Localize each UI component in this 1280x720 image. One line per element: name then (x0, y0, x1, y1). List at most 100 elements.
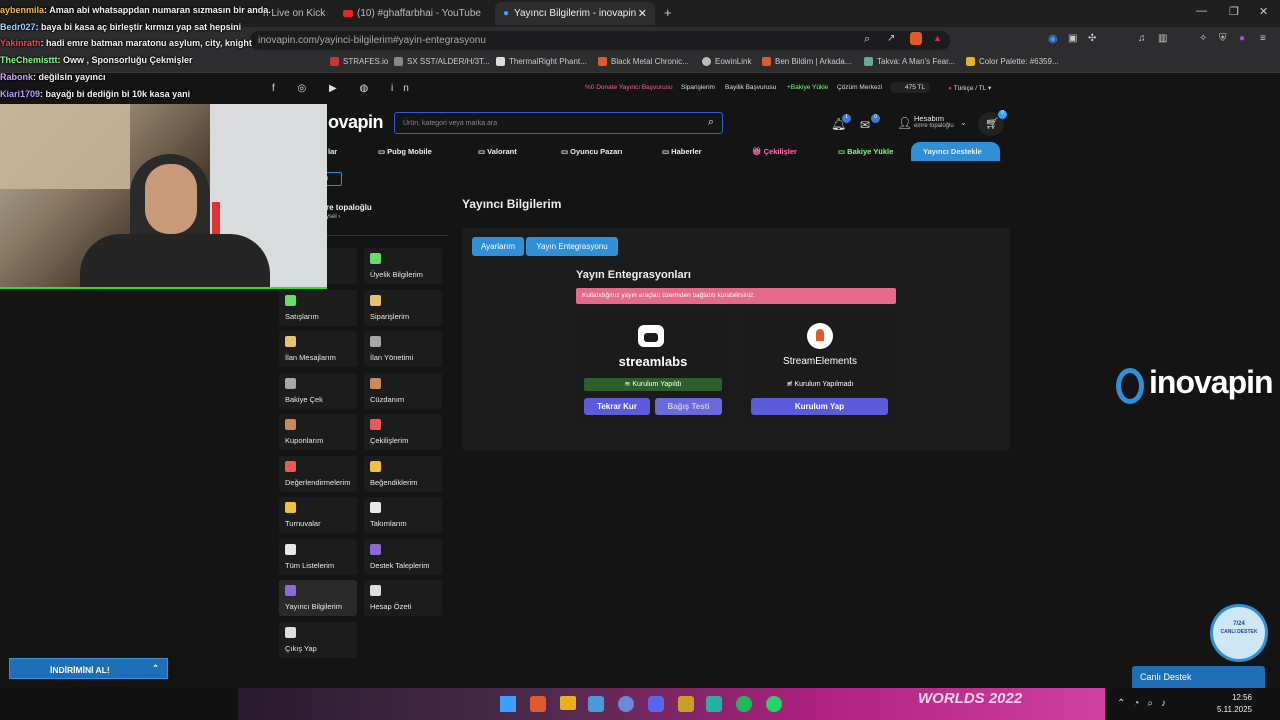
folder-icon[interactable] (560, 696, 576, 710)
install-button[interactable]: Kurulum Yap (751, 398, 888, 415)
settings-icon[interactable] (618, 696, 634, 712)
dealer-link[interactable]: Bayilik Başvurusu (725, 84, 776, 91)
bookmark-item[interactable]: Black Metal Chronic... (598, 57, 689, 66)
orders-link[interactable]: Siparişlerim (681, 84, 715, 91)
sidebar-item[interactable]: Çekilişlerim (364, 414, 442, 450)
sidebar-item-label: Cüzdanım (370, 394, 405, 404)
bookmark-item[interactable]: ThermalRight Phant... (496, 57, 587, 66)
nav-giveaways[interactable]: 🎁︎ Çekilişler (752, 147, 797, 156)
profile-sub[interactable]: ysel › (326, 214, 340, 220)
sidebar-item[interactable]: Takımlarım (364, 497, 442, 533)
sidebar-item[interactable]: Bakiye Çek (279, 372, 357, 409)
support-bot-icon[interactable]: 7/24 CANLI DESTEK (1210, 604, 1268, 662)
search-icon[interactable]: ⌕ (708, 116, 714, 129)
shield-icon[interactable]: ⛨ (1219, 33, 1227, 44)
discord-icon[interactable] (648, 696, 664, 712)
app-icon[interactable] (706, 696, 722, 712)
nav-label: Çekilişler (763, 147, 797, 156)
sidebar-item[interactable]: Siparişlerim (364, 289, 442, 326)
nav-valorant[interactable]: ▭ Valorant (478, 147, 517, 156)
brave-shield-icon[interactable] (910, 32, 922, 45)
user-icon[interactable]: 👤︎ (897, 116, 912, 130)
music-icon[interactable]: ♫ (1138, 33, 1146, 44)
tab-inovapin[interactable]: ● Yayıncı Bilgilerim - inovapin ✕ (495, 2, 655, 25)
balance-load-link[interactable]: +Bakiye Yükle (787, 84, 828, 91)
bookmark-item[interactable]: Ben Bildim | Arkada... (762, 57, 851, 66)
star-icon[interactable]: ✧ (1199, 33, 1207, 44)
new-tab-button[interactable]: + (664, 5, 672, 20)
bookmark-item[interactable]: SX SST/ALDER/H/3T... (394, 57, 490, 66)
bookmark-item[interactable]: Takva: A Man's Fear... (864, 57, 955, 66)
bookmark-label: SX SST/ALDER/H/3T... (407, 57, 490, 66)
clock[interactable]: 12:56 5.11.2025 (1214, 693, 1252, 714)
nav-support-streamer[interactable]: Yayıncı Destekle (911, 142, 1000, 161)
profile-icon[interactable]: ● (1239, 33, 1245, 44)
social-icons[interactable]: f ◎ ▶ ◍ in (272, 83, 419, 94)
menu-icon[interactable]: ≡ (1260, 33, 1266, 44)
bookmark-item[interactable]: STRAFES.io (330, 57, 388, 66)
sidebar-item[interactable]: Tüm Listelerim (279, 538, 357, 575)
nav-balance[interactable]: ▭ Bakiye Yükle (838, 147, 893, 156)
search-input[interactable]: Ürün, kategori veya marka ara ⌕ (394, 112, 723, 134)
brave-rewards-icon[interactable]: ▲ (933, 33, 942, 43)
discount-bar[interactable]: İNDİRİMİNİ AL! ⌃ (9, 658, 168, 679)
reinstall-button[interactable]: Tekrar Kur (584, 398, 650, 415)
chevron-up-icon[interactable]: ⌃ (152, 663, 159, 674)
sidebar-icon[interactable]: ▥ (1158, 33, 1167, 44)
tray-icons[interactable]: ⌃◔⌕♪ (1117, 698, 1174, 709)
whatsapp-icon[interactable] (766, 696, 782, 712)
sidebar-item[interactable]: Satışlarım (279, 289, 357, 326)
sidebar-item[interactable]: Hesap Özeti (364, 580, 442, 616)
language-select[interactable]: ● Türkçe / TL ▾ (948, 84, 991, 92)
sidebar-item[interactable]: İlan Yönetimi (364, 331, 442, 367)
live-support-button[interactable]: Canlı Destek (1132, 666, 1265, 688)
extension-icon[interactable]: ◉ (1048, 32, 1058, 45)
tab-stream-integration[interactable]: Yayın Entegrasyonu (526, 237, 618, 256)
donate-link[interactable]: %0 Donate Yayıncı Başvurusu (585, 84, 673, 91)
close-window-button[interactable]: ✕ (1259, 5, 1268, 18)
maximize-button[interactable]: ❐ (1229, 5, 1239, 18)
sidebar-item[interactable]: İlan Mesajlarım (279, 331, 357, 367)
sidebar-item[interactable]: Turnuvalar (279, 497, 357, 533)
extension-icon[interactable]: ▣ (1068, 33, 1077, 44)
sidebar-item[interactable]: Kuponlarım (279, 414, 357, 450)
zoom-icon[interactable]: ⌕ (864, 33, 870, 46)
close-icon[interactable]: ✕ (638, 7, 647, 20)
nav-item[interactable]: lar (328, 147, 337, 156)
mail-icon[interactable]: ✉ (860, 118, 870, 132)
tab-youtube[interactable]: (10) #ghaffarbhai - YouTube (335, 2, 493, 25)
start-icon[interactable] (500, 696, 516, 712)
puzzle-icon[interactable]: ✣ (1088, 33, 1096, 44)
share-icon[interactable]: ↗ (887, 33, 895, 44)
sidebar-item[interactable]: Üyelik Bilgilerim (364, 248, 442, 284)
sidebar-item[interactable]: Değerlendirmelerim (279, 455, 357, 492)
nav-pubg[interactable]: ▭ Pubg Mobile (378, 147, 432, 156)
donation-test-button[interactable]: Bağış Testi (655, 398, 722, 415)
site-logo[interactable]: ovapin (328, 112, 384, 133)
tab-settings[interactable]: Ayarlarım (472, 237, 524, 256)
league-icon[interactable] (678, 696, 694, 712)
solution-link[interactable]: Çözüm Merkezi (837, 84, 882, 91)
sidebar-item[interactable]: Çıkış Yap (279, 621, 357, 658)
store-icon[interactable] (588, 696, 604, 712)
menu-item-icon (285, 294, 296, 306)
sidebar-item[interactable]: Yayıncı Bilgilerim (279, 580, 357, 616)
brave-icon[interactable] (530, 696, 546, 712)
minimize-button[interactable]: — (1196, 5, 1207, 17)
nav-news[interactable]: ▭ Haberler (662, 147, 702, 156)
balance-pill[interactable]: 475 TL (890, 82, 930, 93)
chevron-down-icon[interactable]: ⌄ (960, 118, 967, 127)
spotify-icon[interactable] (736, 696, 752, 712)
sidebar-item[interactable]: Cüzdanım (364, 372, 442, 409)
account-menu[interactable]: Hesabım emre topaloğlu (914, 114, 954, 129)
chat-text: : baya bi kasa aç birleştir kırmızı yap … (35, 21, 242, 32)
bookmark-item[interactable]: Color Palette: #6359... (966, 57, 1059, 66)
chat-message: TheChemisttt: Oww , Sponsorluğu Çekmişle… (0, 55, 193, 65)
menu-item-icon (370, 336, 381, 347)
info-alert: Kullandığınız yayın araçları üzerinden b… (576, 288, 896, 304)
sidebar-item[interactable]: Beğendiklerim (364, 455, 442, 492)
url-input[interactable]: inovapin.com/yayinci-bilgilerim#yayin-en… (250, 31, 950, 50)
bookmark-item[interactable]: EowinLink (702, 57, 751, 66)
nav-marketplace[interactable]: ▭ Oyuncu Pazarı (561, 147, 622, 156)
sidebar-item[interactable]: Destek Taleplerim (364, 538, 442, 575)
